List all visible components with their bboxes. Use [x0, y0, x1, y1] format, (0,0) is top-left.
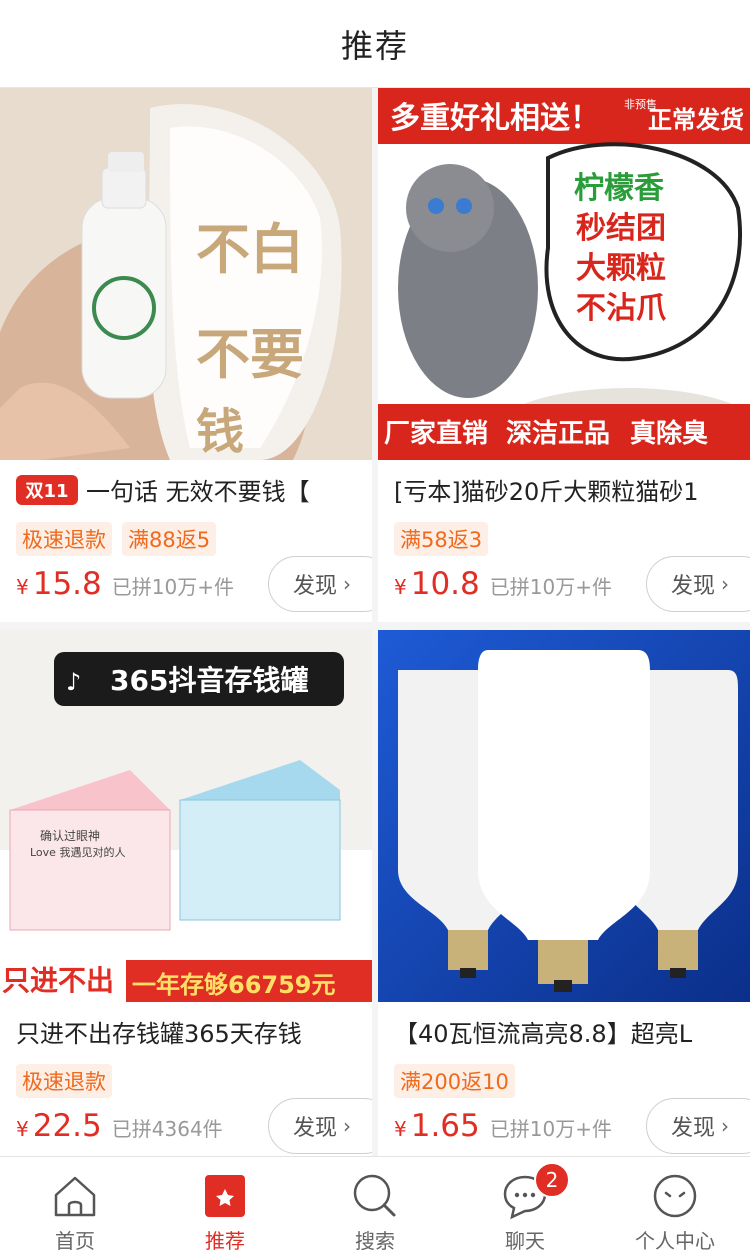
- tab-profile[interactable]: 个人中心: [600, 1157, 750, 1254]
- page-title: 推荐: [340, 26, 409, 65]
- chevron-right-icon: ›: [721, 1114, 730, 1138]
- tab-chat[interactable]: 聊天: [450, 1157, 600, 1254]
- image-text: 真除臭: [630, 418, 708, 449]
- discover-button[interactable]: 发现 ›: [646, 556, 750, 612]
- search-icon: [353, 1174, 396, 1217]
- profile-icon: [653, 1174, 697, 1218]
- sold-count: 已拼10万+件: [489, 1117, 612, 1141]
- image-text: 确认过眼神: [40, 829, 100, 843]
- product-price: 1.65: [410, 1108, 480, 1144]
- badge-fast-refund: 极速退款: [16, 522, 112, 556]
- image-text: 正常发货: [648, 106, 744, 134]
- product-grid: 不白 不要 钱 双11 一句话 无效不要钱【 极速退款 满88返5 ¥ 15.8…: [0, 88, 750, 1156]
- discover-label: 发现: [293, 574, 338, 599]
- price-row: ¥ 15.8 已拼10万+件: [16, 566, 234, 602]
- tab-home[interactable]: 首页: [0, 1157, 150, 1254]
- image-text: 不白: [196, 218, 304, 281]
- tab-search[interactable]: 搜索: [300, 1157, 450, 1254]
- bottom-tab-bar: 首页 推荐 搜索 聊天 个人中心: [0, 1156, 750, 1254]
- tab-label: 首页: [55, 1229, 95, 1253]
- image-text: 多重好礼相送！: [390, 101, 600, 136]
- image-text: 秒结团: [576, 211, 666, 246]
- product-title-row: [亏本]猫砂20斤大颗粒猫砂1: [394, 472, 744, 507]
- badge-row: 极速退款 满88返5: [16, 522, 217, 556]
- discover-label: 发现: [671, 1116, 716, 1141]
- product-price: 15.8: [32, 566, 102, 602]
- tab-label: 搜索: [355, 1229, 395, 1253]
- tab-label: 个人中心: [635, 1229, 715, 1253]
- product-card[interactable]: ♪ 365抖音存钱罐 确认过眼神 Love 我遇见对的人 只进不出 一年存够66…: [0, 630, 372, 1156]
- tab-label: 聊天: [505, 1229, 545, 1253]
- sold-count: 已拼10万+件: [489, 575, 612, 599]
- chevron-right-icon: ›: [343, 572, 352, 596]
- product-title: 只进不出存钱罐365天存钱: [16, 1020, 302, 1048]
- badge-row: 满200返10: [394, 1064, 515, 1098]
- badge-fast-refund: 极速退款: [16, 1064, 112, 1098]
- product-price: 10.8: [410, 566, 480, 602]
- product-card[interactable]: 【40瓦恒流高亮8.8】超亮L 满200返10 ¥ 1.65 已拼10万+件 发…: [378, 630, 750, 1156]
- product-card[interactable]: 多重好礼相送！ 非预售 正常发货 柠檬香 秒结团 大颗粒 不沾爪 厂家直销 深洁…: [378, 88, 750, 622]
- image-text: 深洁正品: [506, 419, 610, 449]
- product-price: 22.5: [32, 1108, 102, 1144]
- badge-cashback: 满88返5: [122, 522, 217, 556]
- product-title-row: 【40瓦恒流高亮8.8】超亮L: [394, 1014, 744, 1049]
- product-title: 【40瓦恒流高亮8.8】超亮L: [394, 1020, 693, 1048]
- tab-recommend[interactable]: 推荐: [150, 1157, 300, 1254]
- discover-label: 发现: [671, 574, 716, 599]
- svg-text:♪: ♪: [66, 668, 81, 696]
- product-image[interactable]: 不白 不要 钱: [0, 88, 372, 460]
- badge-row: 满58返3: [394, 522, 489, 556]
- currency-symbol: ¥: [16, 575, 29, 599]
- product-card[interactable]: 不白 不要 钱 双11 一句话 无效不要钱【 极速退款 满88返5 ¥ 15.8…: [0, 88, 372, 622]
- image-text: 一年存够66759元: [132, 971, 336, 999]
- image-text: 365抖音存钱罐: [110, 664, 308, 697]
- image-text: 柠檬香: [574, 171, 664, 206]
- image-text: Love 我遇见对的人: [30, 845, 125, 859]
- badge-cashback: 满200返10: [394, 1064, 515, 1098]
- discover-label: 发现: [293, 1116, 338, 1141]
- currency-symbol: ¥: [394, 1117, 407, 1141]
- tab-label: 推荐: [205, 1229, 245, 1253]
- promo-tag-1111: 双11: [16, 474, 78, 505]
- chevron-right-icon: ›: [721, 572, 730, 596]
- image-text: 钱: [196, 404, 244, 460]
- product-image[interactable]: 多重好礼相送！ 非预售 正常发货 柠檬香 秒结团 大颗粒 不沾爪 厂家直销 深洁…: [378, 88, 750, 460]
- discover-button[interactable]: 发现 ›: [646, 1098, 750, 1154]
- top-bar: 推荐: [0, 0, 750, 88]
- discover-button[interactable]: 发现 ›: [268, 556, 372, 612]
- badge-row: 极速退款: [16, 1064, 112, 1098]
- badge-cashback: 满58返3: [394, 522, 489, 556]
- price-row: ¥ 1.65 已拼10万+件: [394, 1108, 612, 1144]
- product-title: [亏本]猫砂20斤大颗粒猫砂1: [394, 478, 699, 506]
- recommend-icon: [205, 1175, 245, 1217]
- sold-count: 已拼4364件: [111, 1117, 223, 1141]
- image-text: 不要: [196, 323, 304, 386]
- sold-count: 已拼10万+件: [111, 575, 234, 599]
- currency-symbol: ¥: [394, 575, 407, 599]
- product-title: 一句话 无效不要钱【: [86, 478, 310, 506]
- product-image[interactable]: [378, 630, 750, 1002]
- product-image[interactable]: ♪ 365抖音存钱罐 确认过眼神 Love 我遇见对的人 只进不出 一年存够66…: [0, 630, 372, 1002]
- discover-button[interactable]: 发现 ›: [268, 1098, 372, 1154]
- image-text: 大颗粒: [576, 251, 666, 286]
- home-icon: [54, 1176, 96, 1217]
- image-text: 只进不出: [2, 964, 114, 997]
- price-row: ¥ 10.8 已拼10万+件: [394, 566, 612, 602]
- product-title-row: 双11 一句话 无效不要钱【: [16, 472, 366, 507]
- chat-unread-badge: 2: [534, 1162, 570, 1198]
- price-row: ¥ 22.5 已拼4364件: [16, 1108, 223, 1144]
- product-title-row: 只进不出存钱罐365天存钱: [16, 1014, 366, 1049]
- currency-symbol: ¥: [16, 1117, 29, 1141]
- image-text: 不沾爪: [576, 291, 667, 326]
- image-text: 厂家直销: [384, 418, 488, 449]
- chevron-right-icon: ›: [343, 1114, 352, 1138]
